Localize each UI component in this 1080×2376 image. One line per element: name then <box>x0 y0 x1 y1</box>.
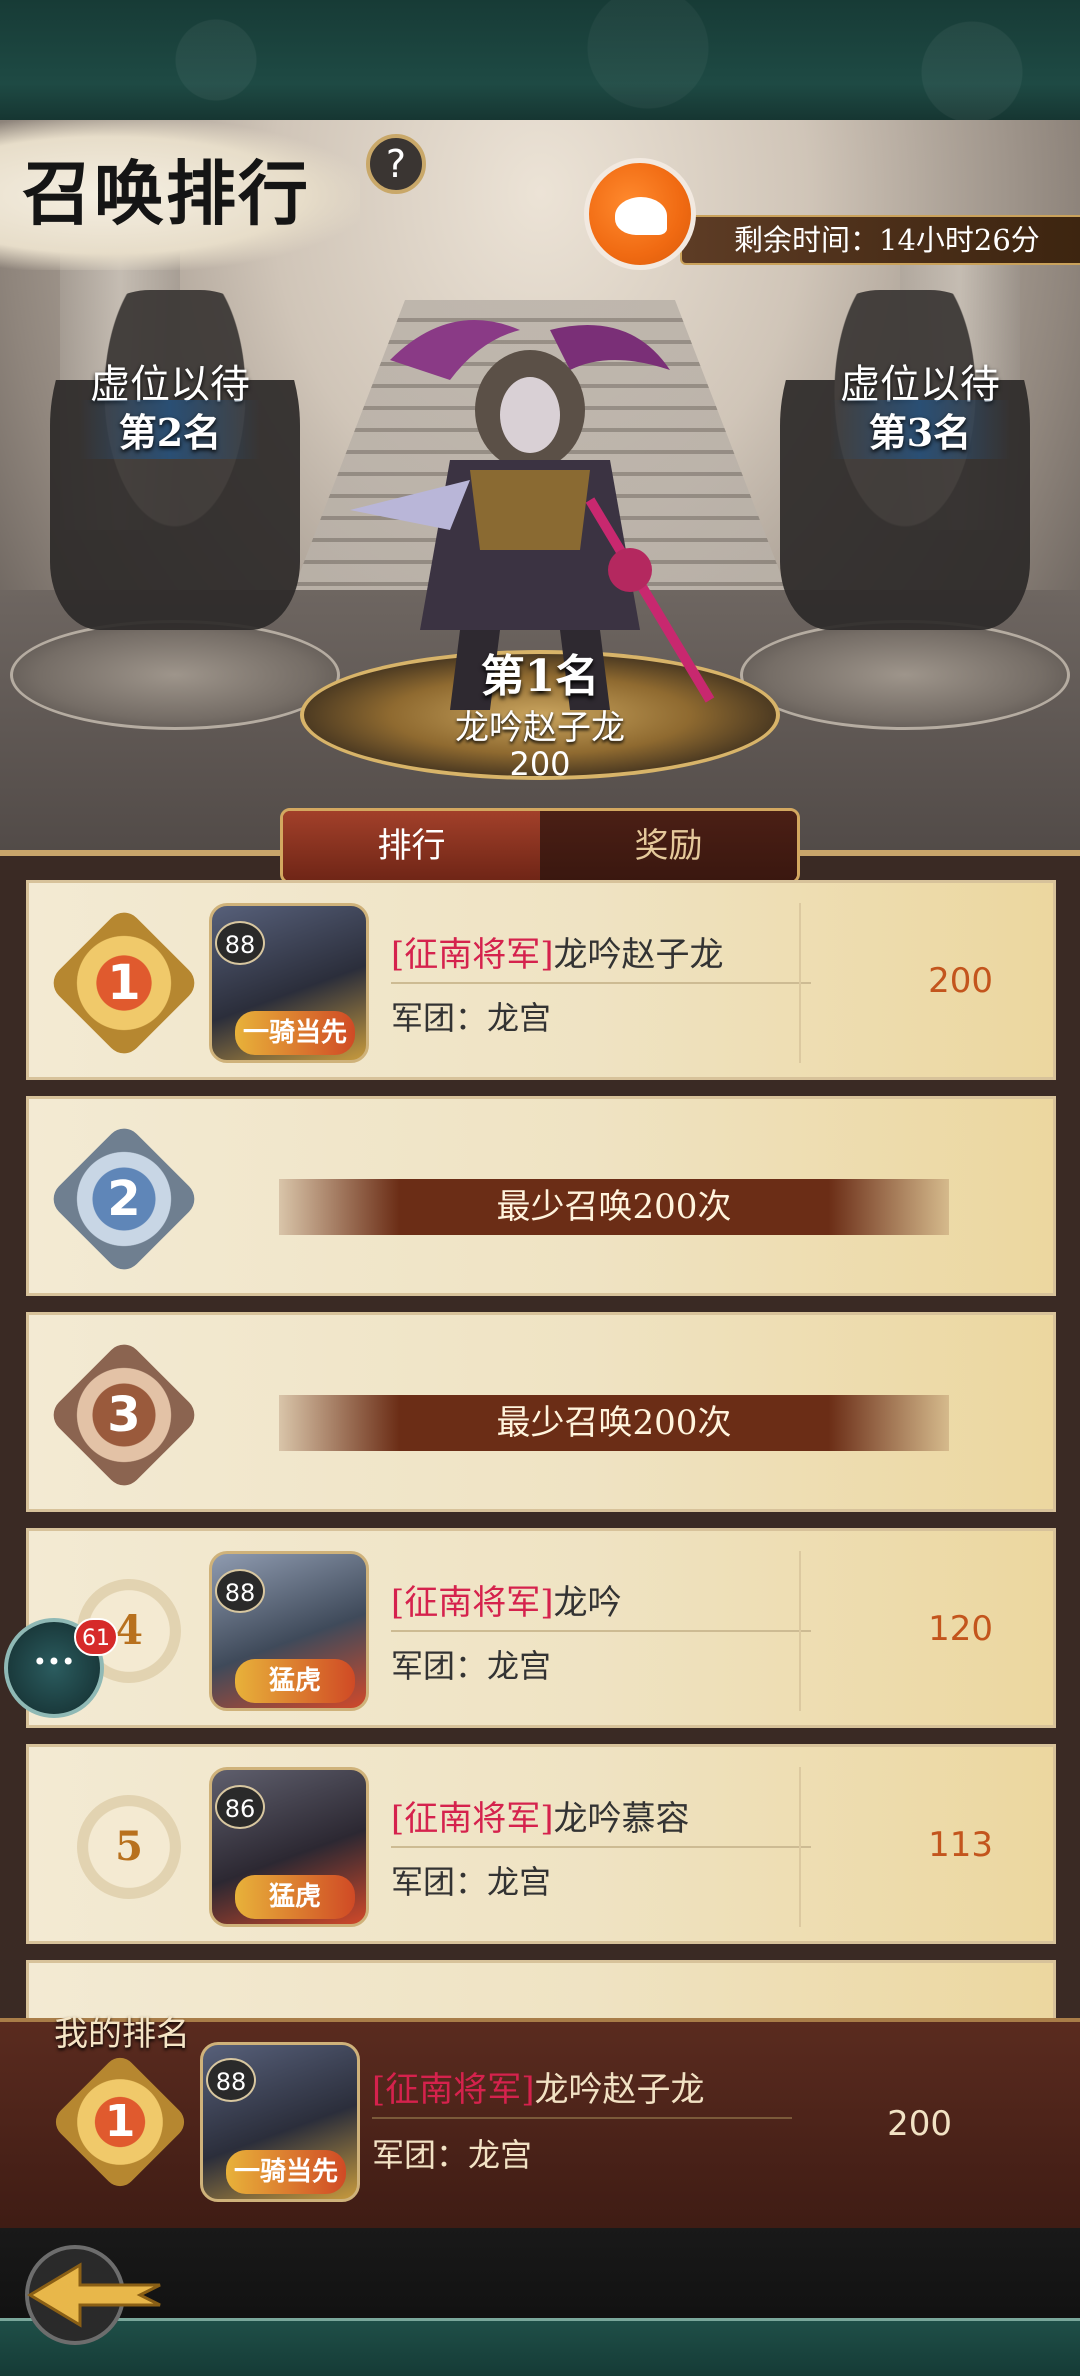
player-name: [征南将军]龙吟赵子龙 <box>372 2062 792 2119</box>
rank-number: 3 <box>107 1387 141 1443</box>
back-arrow-icon[interactable] <box>20 2240 170 2350</box>
player-name: [征南将军]龙吟 <box>391 1575 811 1632</box>
player-score: 200 <box>928 961 993 1001</box>
player-name-text: 龙吟慕容 <box>553 1799 690 1839</box>
player-guild: 军团：龙宫 <box>391 999 552 1037</box>
player-title: [征南将军] <box>391 1583 554 1623</box>
ranking-list[interactable]: 1 88 一骑当先 [征南将军]龙吟赵子龙 军团：龙宫 200 2 最少召唤20… <box>26 880 1056 2056</box>
tab-bar: 排行 奖励 <box>280 808 800 884</box>
first-place-rank: 第1名 <box>480 651 600 702</box>
ranking-row[interactable]: 5 86 猛虎 [征南将军]龙吟慕容 军团：龙宫 113 <box>26 1744 1056 1944</box>
ranking-row: 3 最少召唤200次 <box>26 1312 1056 1512</box>
avatar-tag: 猛虎 <box>235 1875 355 1919</box>
avatar-tag: 一骑当先 <box>226 2150 346 2194</box>
player-score: 120 <box>928 1609 993 1649</box>
player-name-text: 龙吟赵子龙 <box>534 2070 705 2110</box>
ranking-row[interactable]: 4 88 猛虎 [征南将军]龙吟 军团：龙宫 120 <box>26 1528 1056 1728</box>
my-rank-number: 1 <box>104 2096 136 2147</box>
tab-rewards[interactable]: 奖励 <box>540 811 797 881</box>
player-name: [征南将军]龙吟慕容 <box>391 1791 811 1848</box>
player-score: 200 <box>887 2104 952 2144</box>
rank-number: 5 <box>77 1795 181 1899</box>
rank-number: 2 <box>107 1171 141 1227</box>
rank-requirement: 最少召唤200次 <box>279 1179 949 1235</box>
avatar-tag: 猛虎 <box>235 1659 355 1703</box>
player-guild: 军团：龙宫 <box>391 1647 552 1685</box>
third-place-rank: 第3名 <box>770 400 1070 459</box>
player-title: [征南将军] <box>391 1799 554 1839</box>
player-title: [征南将军] <box>391 935 554 975</box>
player-title: [征南将军] <box>372 2070 535 2110</box>
first-place-score: 200 <box>509 745 571 783</box>
top-decor-band <box>0 0 1080 120</box>
player-name-text: 龙吟赵子龙 <box>553 935 724 975</box>
ranking-row: 2 最少召唤200次 <box>26 1096 1056 1296</box>
first-place-name: 龙吟赵子龙 <box>455 708 625 748</box>
remaining-time: 剩余时间：14小时26分 <box>680 215 1080 265</box>
second-place-rank: 第2名 <box>20 400 320 459</box>
player-name: [征南将军]龙吟赵子龙 <box>391 927 811 984</box>
divider <box>799 903 801 1063</box>
divider <box>799 1551 801 1711</box>
avatar-tag: 一骑当先 <box>235 1011 355 1055</box>
ranking-row[interactable]: 1 88 一骑当先 [征南将军]龙吟赵子龙 军团：龙宫 200 <box>26 880 1056 1080</box>
player-guild: 军团：龙宫 <box>391 1863 552 1901</box>
third-place-silhouette <box>780 290 1030 630</box>
player-score: 113 <box>928 1825 993 1865</box>
help-icon[interactable]: ? <box>366 134 426 194</box>
player-guild: 军团：龙宫 <box>372 2136 533 2174</box>
page-title: 召唤排行 <box>22 152 310 235</box>
brand-logo-icon <box>584 158 696 270</box>
second-place-silhouette <box>50 290 300 630</box>
tab-ranking[interactable]: 排行 <box>283 811 540 881</box>
divider <box>799 1767 801 1927</box>
avatar-level: 88 <box>215 1569 265 1613</box>
avatar-level: 88 <box>215 921 265 965</box>
avatar-level: 88 <box>206 2058 256 2102</box>
my-rank-label: 我的排名 <box>54 2014 190 2054</box>
player-name-text: 龙吟 <box>553 1583 622 1623</box>
rank-requirement: 最少召唤200次 <box>279 1395 949 1451</box>
rank-number: 1 <box>107 955 141 1011</box>
chat-unread-badge: 61 <box>74 1618 118 1656</box>
avatar-level: 86 <box>215 1785 265 1829</box>
